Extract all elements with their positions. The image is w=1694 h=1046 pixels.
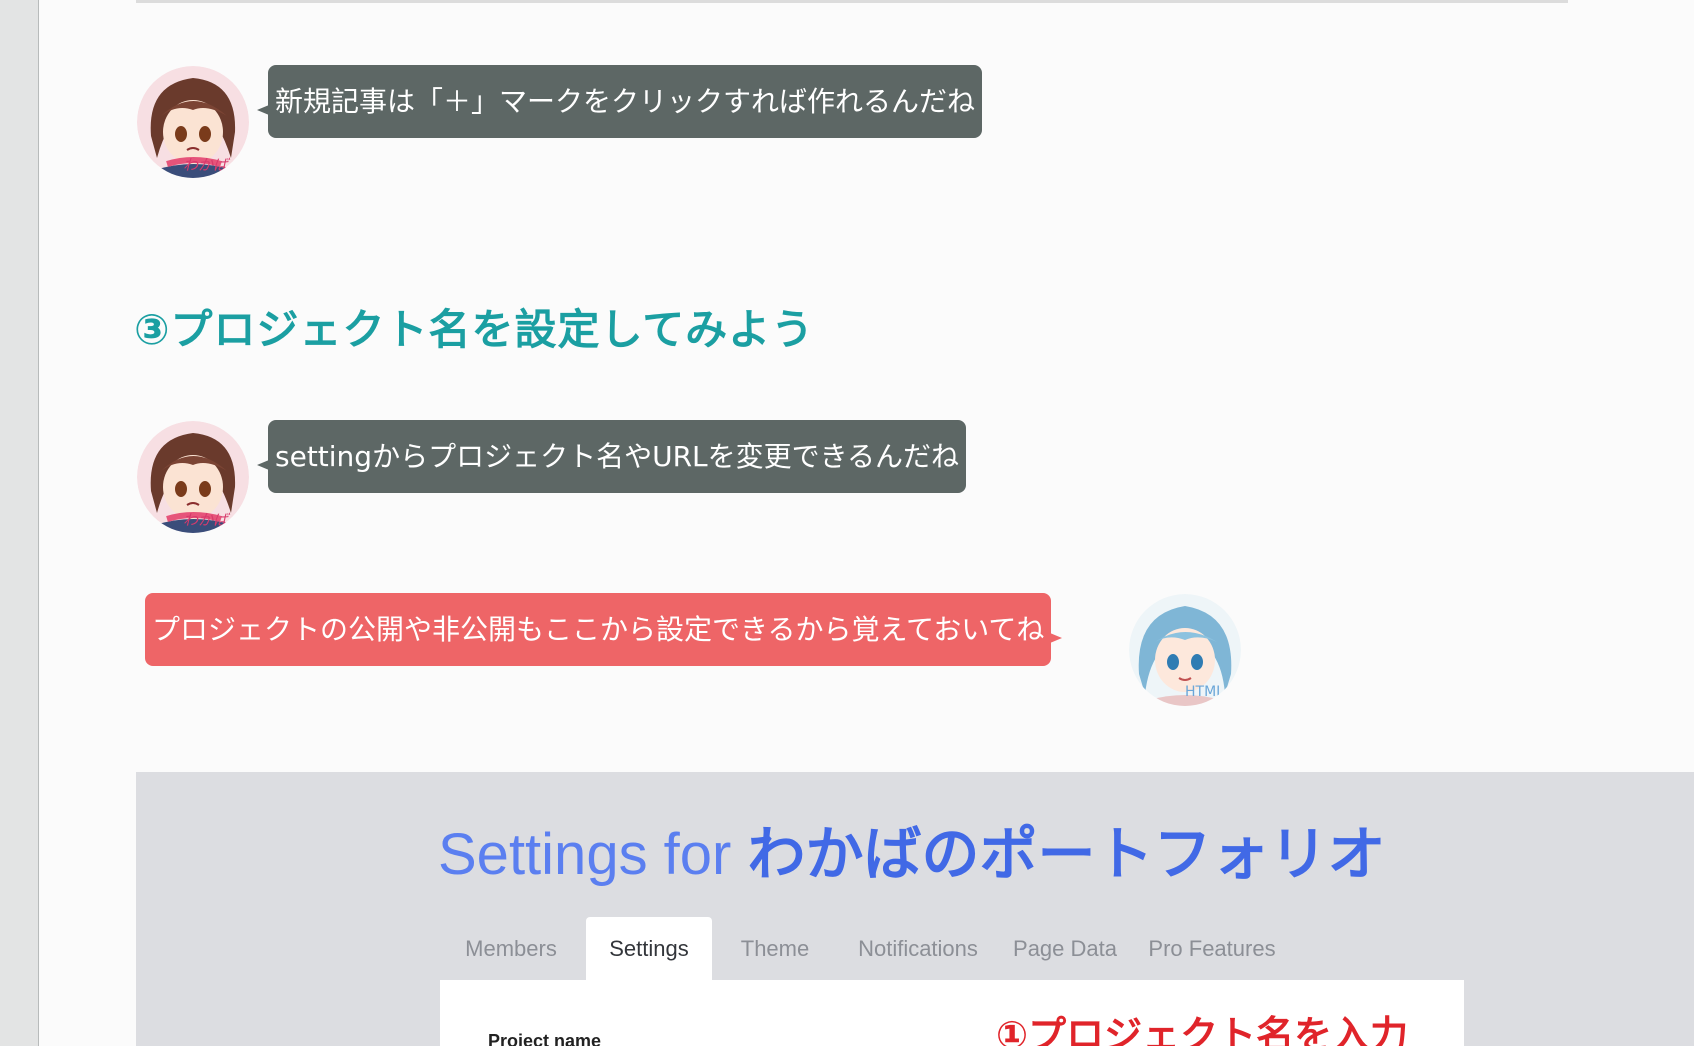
left-sidebar-strip xyxy=(0,0,39,1046)
settings-title-prefix: Settings for xyxy=(438,822,748,887)
tab-settings[interactable]: Settings xyxy=(586,917,712,980)
speech-bubble: settingからプロジェクト名やURLを変更できるんだね xyxy=(257,420,967,493)
settings-panel: Project name ①プロジェクト名を入力 xyxy=(440,980,1464,1046)
tab-theme[interactable]: Theme xyxy=(716,917,834,980)
annotation-text: ①プロジェクト名を入力 xyxy=(996,1013,1409,1046)
tab-notifications[interactable]: Notifications xyxy=(838,917,998,980)
tab-members[interactable]: Members xyxy=(440,917,582,980)
section-heading: ③プロジェクト名を設定してみよう xyxy=(134,305,815,354)
speech-bubble-text: プロジェクトの公開や非公開もここから設定できるから覚えておいてね xyxy=(152,613,1045,646)
html-avatar-icon: HTML xyxy=(1129,594,1241,706)
divider xyxy=(136,0,1568,3)
settings-screenshot: Settings for わかばのポートフォリオ Members Setting… xyxy=(136,772,1694,1046)
settings-title: Settings for わかばのポートフォリオ xyxy=(438,807,1386,891)
speech-bubble-text: settingからプロジェクト名やURLを変更できるんだね xyxy=(275,440,960,473)
speech-bubble: 新規記事は「＋」マークをクリックすれば作れるんだね xyxy=(257,65,983,138)
tab-pro-features[interactable]: Pro Features xyxy=(1132,917,1292,980)
wakaba-avatar-icon: わかば xyxy=(137,66,249,178)
speech-bubble-text: 新規記事は「＋」マークをクリックすれば作れるんだね xyxy=(275,85,976,118)
project-name-label: Project name xyxy=(488,1031,602,1046)
tab-page-data[interactable]: Page Data xyxy=(1002,917,1128,980)
avatar-name-tag: HTML xyxy=(1185,684,1224,700)
avatar-name-tag: わかば xyxy=(183,156,229,174)
article-page: わかば 新規記事は「＋」マークをクリックすれば作れるんだね ③プロジェクト名を設… xyxy=(0,0,1694,1046)
settings-title-project: わかばのポートフォリオ xyxy=(747,822,1386,887)
avatar-name-tag: わかば xyxy=(183,511,229,529)
wakaba-avatar-icon: わかば xyxy=(137,421,249,533)
speech-bubble: プロジェクトの公開や非公開もここから設定できるから覚えておいてね xyxy=(145,593,1063,666)
